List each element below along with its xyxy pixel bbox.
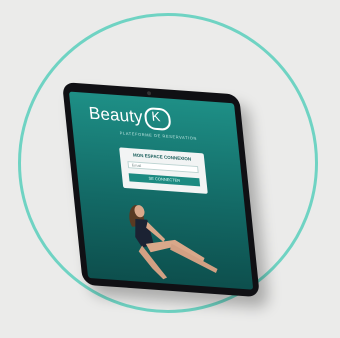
brand-name: Beauty xyxy=(87,103,144,127)
tablet-bezel: Beauty K PLATEFORME DE RESERVATION MON ES… xyxy=(62,82,260,298)
tagline: PLATEFORME DE RESERVATION xyxy=(119,130,198,141)
tablet-device: Beauty K PLATEFORME DE RESERVATION MON ES… xyxy=(62,82,279,298)
email-placeholder: Email xyxy=(131,162,142,168)
login-card: MON ESPACE CONNEXION Email SE CONNECTER xyxy=(119,147,208,194)
brand-mark-icon: K xyxy=(143,106,172,132)
brand-mark: K xyxy=(150,108,162,125)
login-button[interactable]: SE CONNECTER xyxy=(128,173,201,187)
model-photo xyxy=(129,204,218,280)
email-field[interactable]: Email xyxy=(127,161,199,174)
camera-icon xyxy=(146,91,152,96)
brand-logo: Beauty K xyxy=(87,103,172,132)
tablet-screen: Beauty K PLATEFORME DE RESERVATION MON ES… xyxy=(68,91,254,290)
